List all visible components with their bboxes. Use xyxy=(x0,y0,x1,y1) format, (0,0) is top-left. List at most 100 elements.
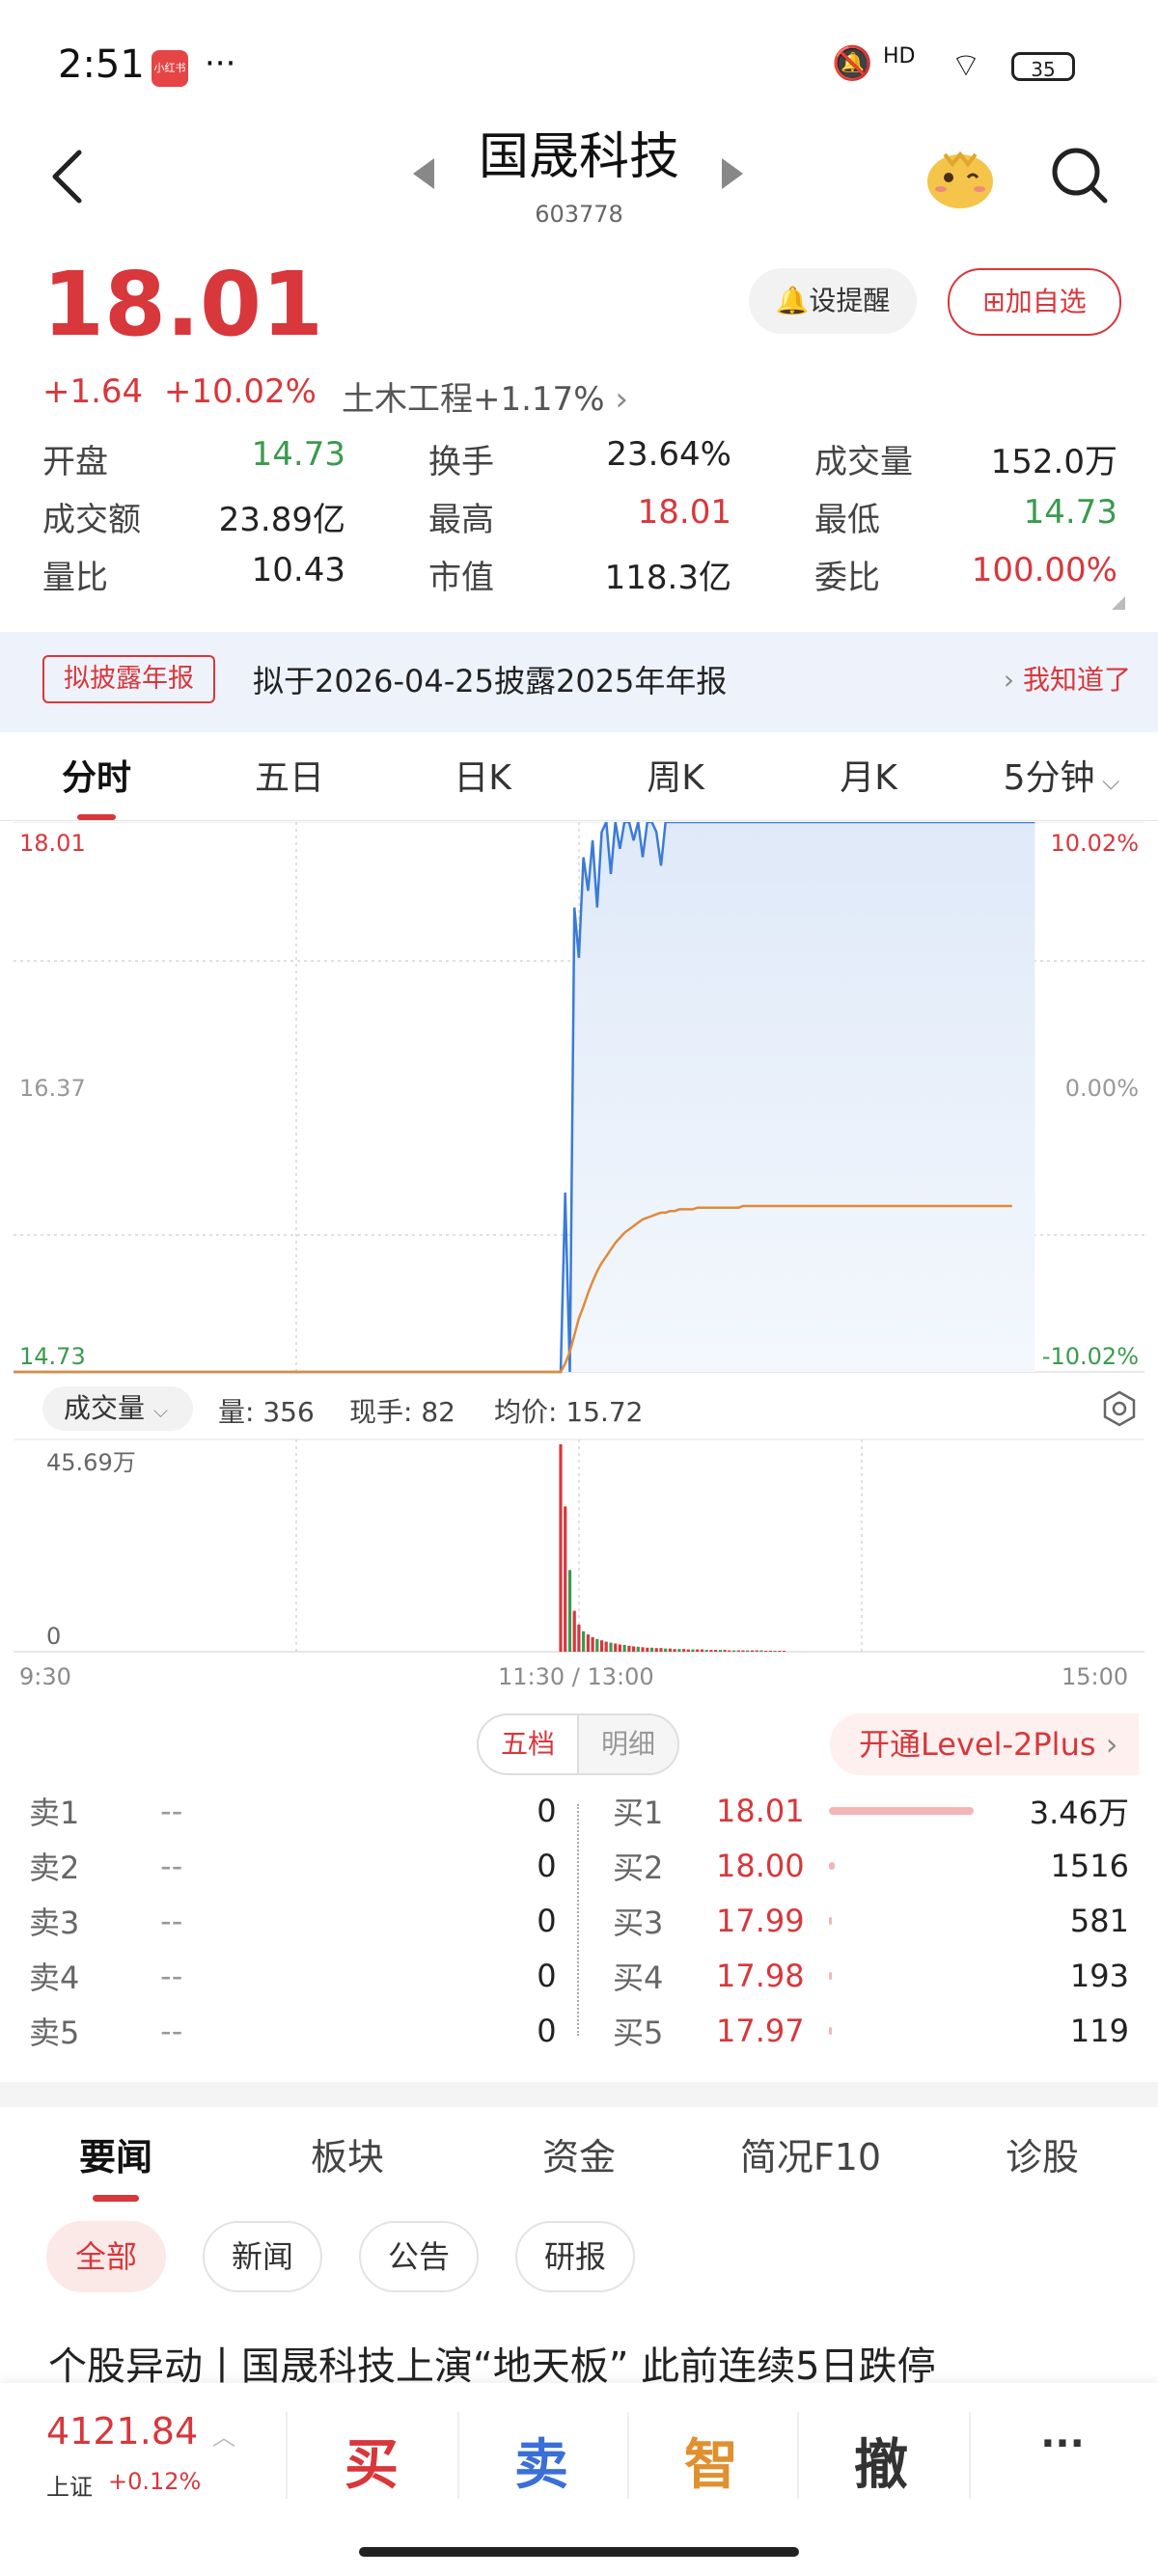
volume-bar xyxy=(668,1648,672,1652)
volume-bar xyxy=(750,1650,755,1652)
sector-link[interactable]: 土木工程+1.17% › xyxy=(342,372,628,420)
tab-weekly-k[interactable]: 周K xyxy=(579,745,772,820)
index-name: 上证 xyxy=(46,2474,93,2501)
volume-bar xyxy=(564,1506,567,1652)
more-notifications-icon: ··· xyxy=(205,44,236,83)
order-book-toggle: 五档 明细 xyxy=(477,1713,679,1775)
disclosure-notice: 拟披露年报 拟于2026-04-25披露2025年年报 › 我知道了 xyxy=(0,632,1158,732)
ask-volume: 0 xyxy=(537,1792,557,1829)
filter-news[interactable]: 新闻 xyxy=(203,2221,323,2292)
volume-bar xyxy=(649,1647,654,1652)
sell-button[interactable]: 卖 xyxy=(469,2422,614,2500)
chevron-down-icon: ⌵ xyxy=(152,1399,169,1422)
ask-level-label: 卖4 xyxy=(29,1959,80,1996)
tab-monthly-k[interactable]: 月K xyxy=(772,745,965,820)
search-icon[interactable] xyxy=(1047,143,1111,206)
bid-volume: 581 xyxy=(1069,1902,1129,1939)
ask-volume: 0 xyxy=(537,1847,557,1884)
volume-bar xyxy=(646,1647,649,1652)
news-filters: 全部 新闻 公告 研报 xyxy=(46,2221,672,2292)
volume-bars xyxy=(559,1444,786,1652)
expand-corner-icon[interactable] xyxy=(1112,596,1125,610)
volume-bar xyxy=(622,1644,626,1652)
smart-button[interactable]: 智 xyxy=(639,2422,784,2500)
tab-five-day[interactable]: 五日 xyxy=(193,745,386,820)
dismiss-label: 我知道了 xyxy=(1022,664,1131,696)
bid-depth-bar xyxy=(828,1806,998,1815)
plus-square-icon: ⊞ xyxy=(982,286,1006,317)
volume-bar xyxy=(768,1651,772,1652)
tab-daily-k[interactable]: 日K xyxy=(386,745,579,820)
stat-value: 118.3亿 xyxy=(604,558,731,597)
bid-depth-fill xyxy=(828,1916,832,1925)
bid-price: 17.97 xyxy=(716,2012,805,2049)
filter-research[interactable]: 研报 xyxy=(515,2221,636,2292)
news-headline[interactable]: 个股异动丨国晟科技上演“地天板” 此前连续5日跌停 xyxy=(48,2335,1158,2383)
filter-all[interactable]: 全部 xyxy=(46,2221,167,2292)
level2-label: 开通Level-2Plus xyxy=(859,1726,1096,1763)
bid-price: 17.98 xyxy=(716,1957,805,1994)
volume-bar xyxy=(736,1650,740,1652)
stat-label: 量比 xyxy=(42,558,108,597)
volume-bar xyxy=(567,1570,572,1652)
five-levels-tab[interactable]: 五档 xyxy=(479,1715,579,1773)
ask-price: -- xyxy=(160,1902,183,1939)
quote-stats: 开盘 14.73 换手 23.64% 成交量 152.0万 成交额 23.89亿 最高 18.01… xyxy=(42,429,1117,603)
tab-profile-f10[interactable]: 简况F10 xyxy=(695,2119,926,2206)
volume-zero-label: 0 xyxy=(46,1623,61,1650)
stat-label: 最高 xyxy=(428,500,494,539)
tab-funds[interactable]: 资金 xyxy=(463,2119,695,2206)
bid-depth-bar xyxy=(828,1861,998,1870)
tab-sectors[interactable]: 板块 xyxy=(232,2119,463,2206)
next-stock-icon[interactable] xyxy=(722,158,743,189)
cancel-order-button[interactable]: 撤 xyxy=(809,2422,953,2500)
tab-intraday[interactable]: 分时 xyxy=(0,745,193,820)
set-alert-button[interactable]: 🔔设提醒 xyxy=(749,268,917,334)
filter-announcements[interactable]: 公告 xyxy=(359,2221,480,2292)
tab-5min[interactable]: 5分钟 ⌵ xyxy=(965,745,1158,820)
volume-bar xyxy=(714,1650,718,1652)
volume-chart[interactable]: 45.69万 0 xyxy=(0,1438,1158,1661)
details-tab[interactable]: 明细 xyxy=(579,1715,677,1773)
notice-text: 拟于2026-04-25披露2025年年报 xyxy=(253,663,728,699)
bid-depth-bar xyxy=(828,2026,998,2035)
change-percent: +10.02% xyxy=(163,372,317,411)
chevron-up-icon[interactable]: ︿ xyxy=(212,2418,235,2452)
set-alert-label: 设提醒 xyxy=(809,285,891,316)
volume-selector[interactable]: 成交量 ⌵ xyxy=(42,1386,193,1431)
mascot-icon[interactable] xyxy=(922,137,999,214)
index-change: +0.12% xyxy=(108,2468,202,2495)
home-indicator[interactable] xyxy=(359,2547,799,2557)
volume-bar xyxy=(614,1643,618,1652)
intraday-price-chart[interactable]: 18.01 16.37 14.73 10.02% 0.00% -10.02% xyxy=(0,822,1158,1382)
y-max-label: 18.01 xyxy=(19,830,86,857)
more-actions-button[interactable]: ··· xyxy=(990,2422,1135,2466)
stat-value: 18.01 xyxy=(637,492,731,532)
notice-tag: 拟披露年报 xyxy=(42,655,215,703)
mute-icon: 🔕 xyxy=(832,44,873,83)
stat-cell: 成交量 152.0万 xyxy=(814,435,1117,482)
volume-bar xyxy=(664,1648,668,1652)
chevron-right-icon: › xyxy=(615,380,628,419)
divider xyxy=(969,2412,971,2499)
settings-icon[interactable] xyxy=(1100,1389,1139,1428)
buy-button[interactable]: 买 xyxy=(299,2422,444,2500)
dismiss-notice-button[interactable]: › 我知道了 xyxy=(1004,659,1131,698)
volume-bar xyxy=(604,1641,608,1652)
stat-label: 成交额 xyxy=(42,500,141,539)
section-gap xyxy=(0,2082,1158,2107)
level2-upgrade-button[interactable]: 开通Level-2Plus › xyxy=(830,1713,1139,1775)
tab-diagnosis[interactable]: 诊股 xyxy=(926,2119,1158,2206)
volume-bar xyxy=(741,1650,745,1652)
stat-cell: 量比 10.43 xyxy=(42,551,345,598)
volume-bar xyxy=(609,1642,613,1652)
order-book-row: 卖1 -- 0 买1 18.01 3.46万 xyxy=(29,1783,1129,1838)
add-watchlist-label: 加自选 xyxy=(1005,286,1087,317)
index-value[interactable]: 4121.84 xyxy=(46,2410,198,2453)
ask-level-label: 卖5 xyxy=(29,2014,80,2051)
tab-highlights[interactable]: 要闻 xyxy=(0,2119,232,2206)
add-watchlist-button[interactable]: ⊞加自选 xyxy=(948,268,1121,336)
bid-level-label: 买1 xyxy=(613,1794,664,1831)
order-book: 卖1 -- 0 买1 18.01 3.46万 卖2 -- 0 买2 18.00 1516 卖3 -- 0 买3… xyxy=(29,1783,1129,2058)
volume-bar xyxy=(746,1650,750,1652)
